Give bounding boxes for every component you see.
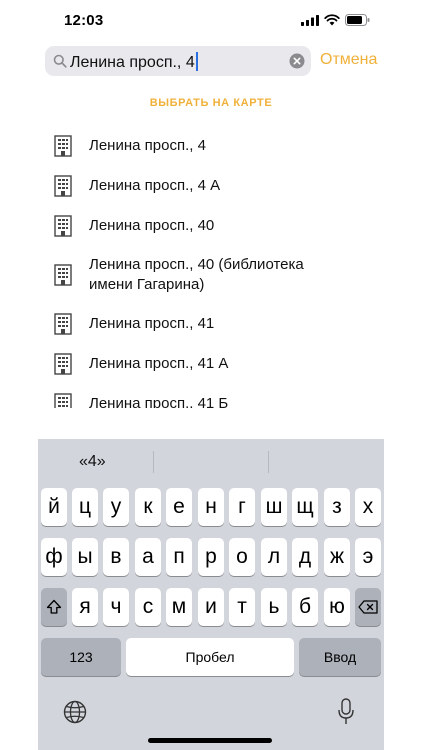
key-letter[interactable]: р [198, 538, 224, 576]
key-letter[interactable]: у [103, 488, 129, 526]
result-label: Ленина просп., 41 А [89, 355, 229, 372]
status-icons [301, 14, 370, 26]
predictive-bar: «4» [38, 439, 384, 485]
result-item[interactable]: Ленина просп., 40 [38, 206, 384, 246]
key-letter[interactable]: з [324, 488, 350, 526]
cellular-signal-icon [301, 14, 319, 26]
result-item[interactable]: Ленина просп., 41 Б [38, 384, 384, 408]
address-results-list: Ленина просп., 4 Ленина просп., 4 А Лени… [38, 126, 384, 408]
clear-icon[interactable] [289, 53, 305, 69]
result-label: Ленина просп., 40 (библиотека имени Гага… [89, 256, 304, 293]
result-label: Ленина просп., 41 [89, 315, 215, 332]
key-letter[interactable]: щ [292, 488, 318, 526]
result-item[interactable]: Ленина просп., 41 А [38, 344, 384, 384]
key-letter[interactable]: ш [261, 488, 287, 526]
key-letter[interactable]: м [166, 588, 192, 626]
result-label: Ленина просп., 41 Б [89, 395, 229, 408]
space-key[interactable]: Пробел [126, 638, 294, 676]
search-field[interactable]: Ленина просп., 4 [45, 46, 311, 76]
backspace-icon [358, 600, 378, 614]
key-letter[interactable]: й [41, 488, 67, 526]
suggestion-divider [153, 451, 154, 473]
search-query-text: Ленина просп., 4 [70, 54, 195, 71]
backspace-key[interactable] [355, 588, 381, 626]
microphone-icon[interactable] [337, 698, 355, 726]
battery-icon [345, 14, 370, 26]
key-letter[interactable]: х [355, 488, 381, 526]
key-letter[interactable]: е [166, 488, 192, 526]
building-icon [54, 175, 72, 197]
suggestion-divider [268, 451, 269, 473]
result-item[interactable]: Ленина просп., 40 (библиотека имени Гага… [38, 246, 384, 304]
key-letter[interactable]: ф [41, 538, 67, 576]
search-bar: Ленина просп., 4 Отмена [38, 46, 384, 78]
building-icon [54, 313, 72, 335]
key-letter[interactable]: л [261, 538, 287, 576]
result-label: Ленина просп., 40 [89, 217, 215, 234]
choose-on-map-link[interactable]: ВЫБРАТЬ НА КАРТЕ [38, 97, 384, 109]
status-time: 12:03 [64, 12, 104, 29]
result-item[interactable]: Ленина просп., 4 А [38, 166, 384, 206]
key-letter[interactable]: д [292, 538, 318, 576]
key-letter[interactable]: н [198, 488, 224, 526]
building-icon [54, 215, 72, 237]
wifi-icon [324, 14, 340, 26]
key-letter[interactable]: ю [324, 588, 350, 626]
shift-icon [46, 599, 62, 614]
result-label: Ленина просп., 4 [89, 137, 206, 154]
search-input[interactable]: Ленина просп., 4 [70, 52, 198, 72]
key-letter[interactable]: в [103, 538, 129, 576]
key-letter[interactable]: с [135, 588, 161, 626]
building-icon [54, 135, 72, 157]
globe-icon[interactable] [63, 700, 87, 724]
key-letter[interactable]: т [229, 588, 255, 626]
home-indicator[interactable] [148, 738, 272, 743]
return-key[interactable]: Ввод [299, 638, 381, 676]
cancel-button[interactable]: Отмена [320, 51, 377, 69]
key-letter[interactable]: б [292, 588, 318, 626]
key-letter[interactable]: э [355, 538, 381, 576]
key-letter[interactable]: ж [324, 538, 350, 576]
key-letter[interactable]: ч [103, 588, 129, 626]
suggestion-1[interactable]: «4» [79, 453, 106, 471]
numbers-key[interactable]: 123 [41, 638, 121, 676]
key-letter[interactable]: и [198, 588, 224, 626]
key-letter[interactable]: п [166, 538, 192, 576]
building-icon [54, 264, 72, 286]
key-letter[interactable]: к [135, 488, 161, 526]
status-bar: 12:03 [38, 0, 384, 40]
phone-screen: 12:03 Ленина просп., 4 Отмена ВЫБРАТЬ НА… [38, 0, 384, 750]
shift-key[interactable] [41, 588, 67, 626]
key-letter[interactable]: а [135, 538, 161, 576]
key-letter[interactable]: г [229, 488, 255, 526]
key-letter[interactable]: ы [72, 538, 98, 576]
key-letter[interactable]: я [72, 588, 98, 626]
building-icon [54, 353, 72, 375]
key-letter[interactable]: ц [72, 488, 98, 526]
building-icon [54, 393, 72, 408]
text-caret [195, 52, 198, 71]
key-letter[interactable]: ь [261, 588, 287, 626]
search-icon [53, 54, 67, 68]
result-item[interactable]: Ленина просп., 41 [38, 304, 384, 344]
keyboard: «4» й ц у к е н г ш щ з х ф ы в а п р о … [38, 439, 384, 750]
key-letter[interactable]: о [229, 538, 255, 576]
result-item[interactable]: Ленина просп., 4 [38, 126, 384, 166]
result-label: Ленина просп., 4 А [89, 177, 221, 194]
